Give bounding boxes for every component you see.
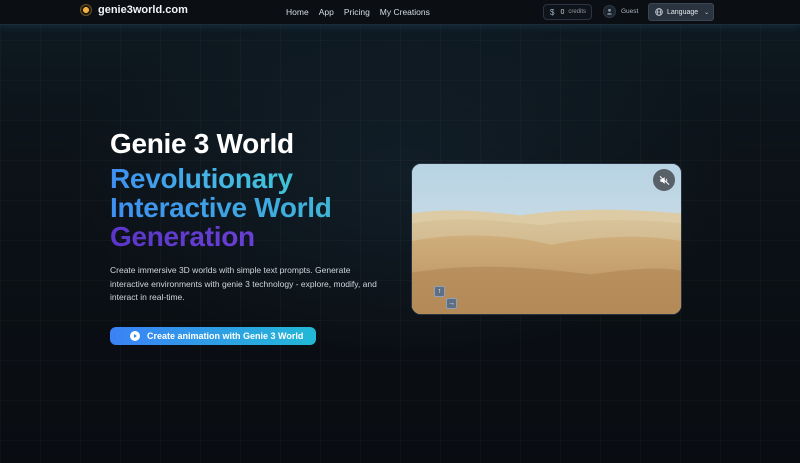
demo-video[interactable]: ↑ → [411, 163, 682, 315]
credits-badge[interactable]: $ 0 credits [543, 4, 592, 20]
logo-icon [80, 4, 92, 16]
language-label: Language [667, 8, 699, 16]
nav-link-app[interactable]: App [319, 7, 334, 17]
desert-scene [412, 164, 681, 314]
play-icon [130, 331, 140, 341]
nav-link-home[interactable]: Home [286, 7, 309, 17]
create-animation-button[interactable]: Create animation with Genie 3 World [110, 327, 316, 345]
brand-name: genie3world.com [98, 4, 188, 16]
brand[interactable]: genie3world.com [80, 4, 188, 16]
subtitle-line-2: Interactive World [110, 192, 332, 223]
hero-subtitle: Revolutionary Interactive World Generati… [110, 164, 390, 251]
user-icon [603, 5, 616, 18]
hero-title: Genie 3 World [110, 128, 294, 159]
create-animation-label: Create animation with Genie 3 World [147, 331, 304, 341]
chevron-down-icon: ⌄ [704, 9, 710, 16]
guest-account[interactable]: Guest [603, 5, 638, 18]
dollar-icon: $ [550, 7, 555, 17]
subtitle-line-3: Generation [110, 221, 255, 252]
hero-description: Create immersive 3D worlds with simple t… [110, 265, 377, 302]
navbar: genie3world.com Home App Pricing My Crea… [0, 0, 800, 25]
nav-links: Home App Pricing My Creations [286, 7, 430, 17]
credits-label: credits [568, 9, 587, 15]
credits-count: 0 [560, 8, 565, 16]
language-button[interactable]: Language ⌄ [648, 3, 714, 21]
nav-link-my-creations[interactable]: My Creations [380, 7, 430, 17]
arrow-right-key[interactable]: → [446, 298, 457, 309]
guest-label: Guest [621, 8, 639, 15]
mute-button[interactable] [653, 169, 675, 191]
subtitle-line-1: Revolutionary [110, 163, 293, 194]
globe-icon [655, 8, 663, 16]
arrow-up-key[interactable]: ↑ [434, 286, 445, 297]
volume-mute-icon [659, 175, 669, 185]
nav-link-pricing[interactable]: Pricing [344, 7, 370, 17]
